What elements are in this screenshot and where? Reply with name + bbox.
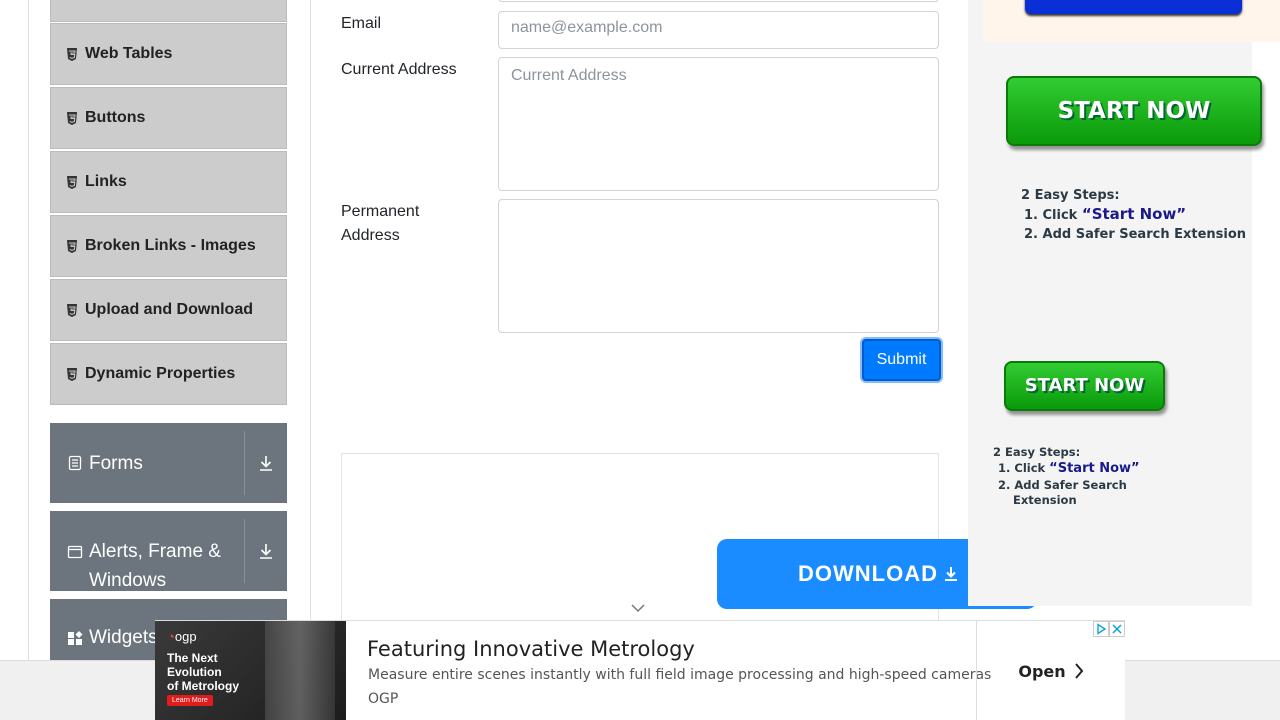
ad-tagline-line3: of Metrology — [167, 679, 239, 693]
html5-icon — [67, 303, 77, 317]
steps-title: 2 Easy Steps: — [993, 445, 1081, 459]
ad-tagline-line2: Evolution — [167, 665, 222, 679]
step-2: 2. Add Safer Search Extension — [1024, 227, 1247, 242]
group-label: Alerts, Frame & — [89, 541, 221, 562]
machine-graphic — [265, 621, 335, 720]
step-2: 2. Add Safer Search — [998, 478, 1127, 492]
email-label: Email — [341, 15, 382, 32]
open-label: Open — [1018, 661, 1066, 681]
step-2-line2: Extension — [1013, 493, 1077, 507]
sidebar-item-partial[interactable] — [50, 0, 287, 22]
adchoices-icon[interactable] — [1093, 621, 1109, 637]
permanent-address-label: Permanent Address — [341, 200, 419, 248]
submit-button[interactable]: Submit — [862, 339, 941, 381]
window-icon — [67, 545, 83, 559]
bottom-ad[interactable]: ◔ogp The Next Evolution of Metrology Lea… — [155, 620, 1125, 720]
step-1: 1. Click “Start Now” — [1021, 205, 1246, 225]
sidebar-item-label: Broken Links - Images — [85, 237, 256, 254]
html5-icon — [67, 175, 77, 189]
sidebar-group-alerts[interactable]: Alerts, Frame & Windows — [50, 511, 287, 591]
steps-large: 2 Easy Steps: 1. Click “Start Now” 2. Ad… — [1021, 186, 1246, 244]
sidebar-item-links[interactable]: Links — [50, 151, 287, 213]
permanent-address-field[interactable] — [498, 199, 939, 333]
sidebar-right-border — [310, 0, 311, 720]
step-1-quote: “Start Now” — [1081, 205, 1187, 223]
sidebar-item-upload-download[interactable]: Upload and Download — [50, 279, 287, 341]
ad-image: ◔ogp The Next Evolution of Metrology Lea… — [155, 621, 346, 720]
permanent-address-label-line2: Address — [341, 227, 400, 244]
ad-tagline-line1: The Next — [167, 651, 218, 665]
steps-title: 2 Easy Steps: — [1021, 188, 1120, 203]
step-1: 1. Click “Start Now” — [993, 460, 1140, 477]
ad-advertiser: OGP — [368, 691, 399, 707]
ogp-logo-text: ogp — [174, 629, 197, 644]
current-address-label: Current Address — [341, 61, 457, 78]
ad-title[interactable]: Featuring Innovative Metrology — [367, 637, 695, 661]
close-icon[interactable] — [1109, 621, 1125, 637]
download-icon[interactable] — [257, 454, 275, 472]
name-field-partial[interactable] — [498, 0, 939, 2]
ad-choices[interactable] — [1093, 621, 1125, 637]
sidebar-item-label: Dynamic Properties — [85, 365, 236, 382]
sidebar-item-label: Upload and Download — [85, 301, 253, 318]
chevron-right-icon — [1074, 663, 1083, 679]
current-address-placeholder: Current Address — [511, 67, 627, 84]
html5-icon — [67, 111, 77, 125]
chevron-down-icon[interactable] — [630, 600, 646, 616]
sidebar-item-label: Buttons — [85, 109, 146, 126]
group-label: Forms — [89, 452, 143, 474]
email-placeholder: name@example.com — [511, 19, 663, 36]
html5-icon — [67, 367, 77, 381]
steps-small: 2 Easy Steps: 1. Click “Start Now” 2. Ad… — [993, 444, 1140, 508]
sidebar-item-broken-links[interactable]: Broken Links - Images — [50, 215, 287, 277]
start-now-button-large[interactable]: START NOW — [1006, 76, 1262, 146]
html5-icon — [67, 239, 77, 253]
email-field[interactable]: name@example.com — [498, 11, 939, 49]
permanent-address-label-line1: Permanent — [341, 203, 420, 220]
step-1-quote: “Start Now” — [1049, 461, 1140, 476]
right-ad-blue-button[interactable] — [1025, 0, 1242, 14]
document-icon — [68, 455, 82, 471]
widgets-icon — [68, 631, 83, 645]
group-label-line2: Windows — [89, 570, 167, 591]
sidebar-item-label: Web Tables — [85, 45, 173, 62]
learn-more-button[interactable]: Learn More — [167, 695, 213, 706]
download-icon[interactable] — [257, 542, 275, 560]
download-label: DOWNLOAD — [798, 561, 938, 586]
step-1-text: 1. Click — [1024, 208, 1082, 223]
sidebar-item-web-tables[interactable]: Web Tables — [50, 23, 287, 85]
sidebar-left-border — [28, 0, 29, 720]
sidebar-item-label: Links — [85, 173, 127, 190]
sidebar-group-forms[interactable]: Forms — [50, 423, 287, 503]
page: Web Tables Buttons Links Broken Links - … — [0, 0, 1280, 720]
step-1-text: 1. Click — [998, 461, 1050, 475]
sidebar-item-buttons[interactable]: Buttons — [50, 87, 287, 149]
download-icon — [944, 567, 957, 581]
group-label: Widgets — [89, 627, 158, 648]
ogp-logo: ◔ogp — [167, 629, 197, 644]
current-address-field[interactable]: Current Address — [498, 57, 939, 191]
ad-tagline: The Next Evolution of Metrology — [167, 651, 239, 693]
html5-icon — [67, 47, 77, 61]
ad-description: Measure entire scenes instantly with ful… — [368, 667, 992, 683]
start-now-button-small[interactable]: START NOW — [1004, 361, 1165, 411]
sidebar-item-dynamic-properties[interactable]: Dynamic Properties — [50, 343, 287, 405]
